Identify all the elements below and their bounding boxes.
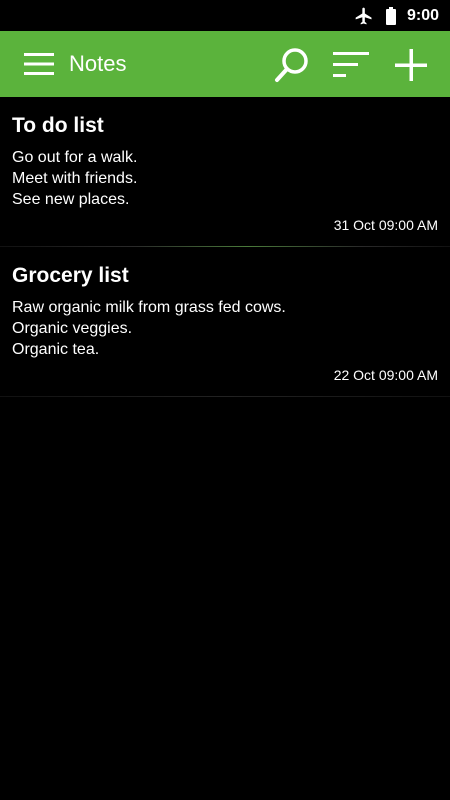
note-line: See new places. xyxy=(12,191,130,208)
search-icon[interactable] xyxy=(274,47,310,83)
status-bar: 9:00 xyxy=(0,0,450,31)
note-item[interactable]: Grocery list Raw organic milk from grass… xyxy=(0,247,450,396)
app-title: Notes xyxy=(69,51,127,76)
note-divider xyxy=(0,396,450,397)
airplane-icon xyxy=(355,7,372,24)
note-body: Raw organic milk from grass fed cows. Or… xyxy=(12,297,438,360)
note-date: 22 Oct 09:00 AM xyxy=(333,367,438,383)
note-line: Raw organic milk from grass fed cows. xyxy=(12,299,286,316)
note-item[interactable]: To do list Go out for a walk. Meet with … xyxy=(0,97,450,246)
battery-icon xyxy=(385,6,396,25)
note-line: Meet with friends. xyxy=(12,170,138,187)
note-body: Go out for a walk. Meet with friends. Se… xyxy=(12,147,438,210)
notes-list: To do list Go out for a walk. Meet with … xyxy=(0,97,450,397)
add-icon[interactable] xyxy=(394,48,428,82)
note-title: Grocery list xyxy=(12,264,129,287)
sort-icon[interactable] xyxy=(333,51,369,79)
app-bar: Notes xyxy=(0,31,450,97)
status-time: 9:00 xyxy=(406,6,439,24)
note-line: Organic tea. xyxy=(12,341,100,358)
note-line: Go out for a walk. xyxy=(12,149,138,166)
menu-icon[interactable] xyxy=(24,53,54,75)
note-title: To do list xyxy=(12,114,104,137)
note-date: 31 Oct 09:00 AM xyxy=(333,217,438,233)
note-line: Organic veggies. xyxy=(12,320,133,337)
